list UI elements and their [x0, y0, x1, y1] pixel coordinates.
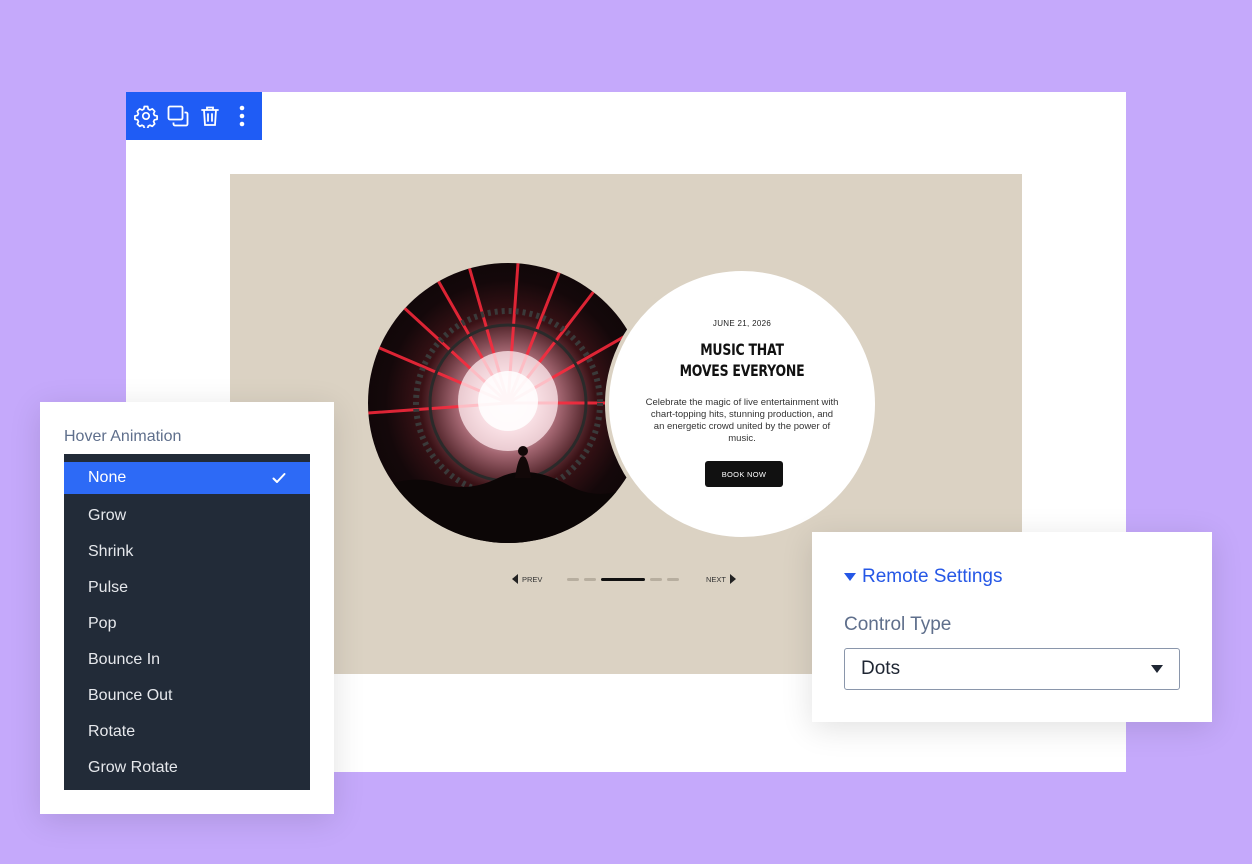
arrow-right-icon — [730, 574, 737, 584]
option-label: Pop — [88, 615, 117, 632]
option-label: Grow Rotate — [88, 759, 178, 776]
option-label: Grow — [88, 507, 127, 524]
option-label: Bounce Out — [88, 687, 173, 704]
trash-icon[interactable] — [198, 102, 222, 130]
book-now-button[interactable]: BOOK NOW — [705, 461, 783, 487]
control-type-label: Control Type — [844, 614, 952, 635]
arrow-left-icon — [512, 574, 518, 584]
control-type-value: Dots — [861, 658, 901, 679]
dropdown-option-shrink[interactable]: Shrink — [64, 534, 310, 570]
remote-settings-panel: Remote Settings Control Type Dots — [812, 532, 1212, 722]
hover-animation-panel: Hover Animation None Grow Shrink Pulse P… — [40, 402, 334, 814]
option-label: Pulse — [88, 579, 129, 596]
dropdown-option-grow[interactable]: Grow — [64, 498, 310, 534]
gear-icon[interactable] — [134, 102, 158, 130]
event-title-line-2: MOVES EVERYONE — [679, 361, 805, 380]
dropdown-option-grow-rotate[interactable]: Grow Rotate — [64, 750, 310, 786]
event-date: JUNE 21, 2026 — [712, 319, 772, 328]
event-title-line-1: MUSIC THAT — [700, 340, 784, 359]
option-label: Shrink — [88, 543, 134, 560]
next-button[interactable]: NEXT — [706, 574, 737, 584]
option-label: Bounce In — [88, 651, 161, 668]
prev-label: PREV — [522, 574, 543, 584]
chevron-down-icon — [1151, 665, 1163, 673]
next-label: NEXT — [706, 574, 727, 584]
dropdown-option-none[interactable]: None — [64, 462, 310, 494]
remote-settings-toggle[interactable]: Remote Settings — [844, 566, 1002, 588]
more-vertical-icon[interactable] — [230, 102, 254, 130]
control-type-select[interactable]: Dots — [844, 648, 1180, 690]
event-title: MUSIC THAT MOVES EVERYONE — [638, 339, 845, 381]
dropdown-option-pop[interactable]: Pop — [64, 606, 310, 642]
dropdown-option-rotate[interactable]: Rotate — [64, 714, 310, 750]
carousel-dot[interactable] — [567, 578, 579, 581]
checkmark-icon — [272, 473, 286, 483]
duplicate-icon[interactable] — [166, 102, 190, 130]
option-label: Rotate — [88, 723, 136, 740]
carousel-dot-active[interactable] — [601, 578, 645, 581]
element-toolbar — [126, 92, 262, 140]
remote-settings-title: Remote Settings — [862, 566, 1003, 587]
carousel-dot[interactable] — [650, 578, 662, 581]
hover-animation-dropdown: None Grow Shrink Pulse Pop Bounce In Bou… — [64, 454, 310, 790]
hover-animation-label: Hover Animation — [64, 428, 182, 445]
carousel-dots — [567, 578, 679, 581]
carousel-dot[interactable] — [667, 578, 679, 581]
event-info-card: JUNE 21, 2026 MUSIC THAT MOVES EVERYONE … — [605, 267, 879, 541]
event-description: Celebrate the magic of live entertainmen… — [645, 397, 839, 444]
caret-down-icon — [844, 573, 856, 581]
dropdown-option-bounce-out[interactable]: Bounce Out — [64, 678, 310, 714]
carousel-dot[interactable] — [584, 578, 596, 581]
dropdown-option-bounce-in[interactable]: Bounce In — [64, 642, 310, 678]
prev-button[interactable]: PREV — [512, 574, 542, 584]
option-label: None — [88, 469, 127, 486]
dropdown-option-pulse[interactable]: Pulse — [64, 570, 310, 606]
